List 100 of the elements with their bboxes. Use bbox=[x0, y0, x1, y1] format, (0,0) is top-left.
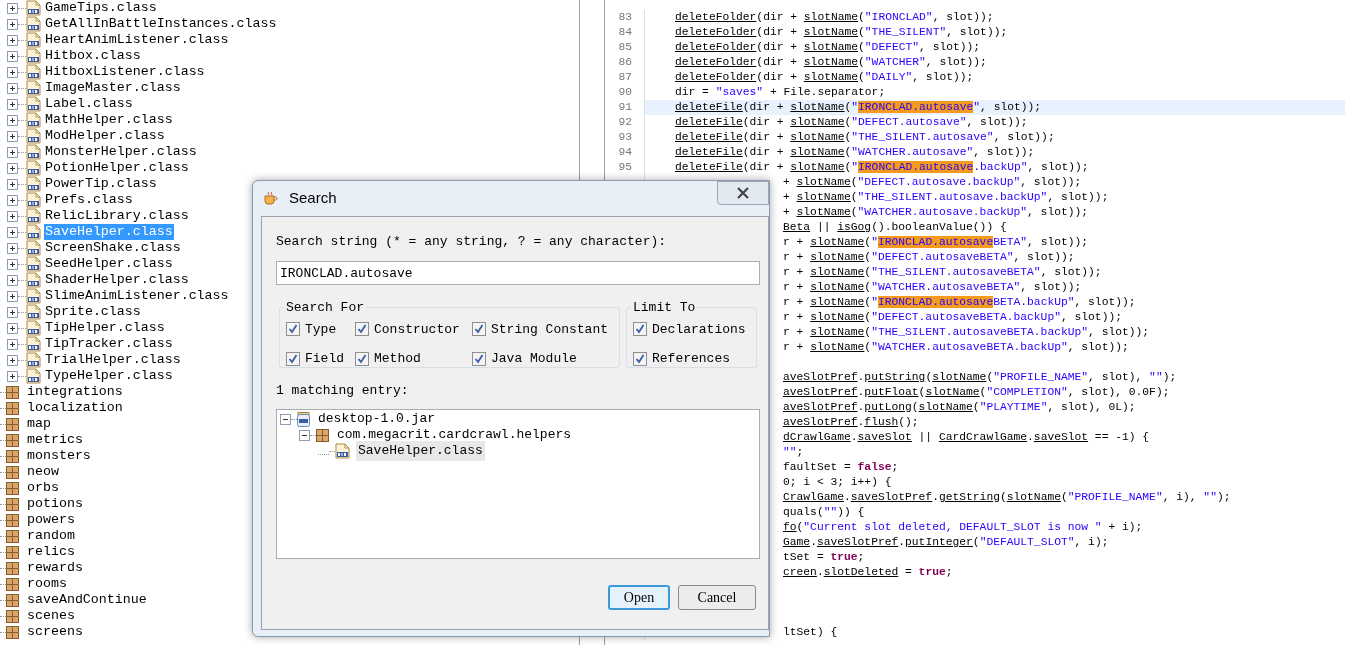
class-file-icon bbox=[26, 112, 41, 128]
tree-item[interactable]: ModHelper.class bbox=[44, 128, 166, 144]
checkbox[interactable] bbox=[355, 351, 369, 366]
code-line: dCrawlGame.saveSlot || CardCrawlGame.saveSlot == -1) { bbox=[783, 431, 1150, 443]
expand-icon[interactable] bbox=[7, 226, 18, 238]
expand-icon[interactable] bbox=[7, 66, 18, 78]
tree-item[interactable]: saveAndContinue bbox=[26, 592, 148, 608]
tree-item[interactable]: TipHelper.class bbox=[44, 320, 166, 336]
tree-item[interactable]: ShaderHelper.class bbox=[44, 272, 190, 288]
tree-item[interactable]: ImageMaster.class bbox=[44, 80, 182, 96]
tree-item[interactable]: neow bbox=[26, 464, 60, 480]
checkbox[interactable] bbox=[355, 322, 369, 337]
checkbox[interactable] bbox=[472, 322, 486, 337]
tree-item[interactable]: TipTracker.class bbox=[44, 336, 174, 352]
expand-icon[interactable] bbox=[7, 82, 18, 94]
package-icon bbox=[6, 625, 19, 639]
expand-icon[interactable] bbox=[7, 258, 18, 270]
expand-icon[interactable] bbox=[7, 98, 18, 110]
tree-item[interactable]: random bbox=[26, 528, 76, 544]
checkbox-label: References bbox=[652, 350, 730, 368]
expand-icon[interactable] bbox=[7, 34, 18, 46]
tree-item[interactable]: MonsterHelper.class bbox=[44, 144, 198, 160]
checkbox-label: Field bbox=[305, 350, 344, 368]
search-field[interactable]: IRONCLAD.autosave bbox=[276, 261, 760, 285]
expand-icon[interactable] bbox=[7, 354, 18, 366]
collapse-icon[interactable] bbox=[280, 413, 291, 425]
tree-item[interactable]: relics bbox=[26, 544, 76, 560]
checkbox-label: Declarations bbox=[652, 320, 746, 339]
dialog-button[interactable]: Open bbox=[608, 585, 670, 610]
tree-item[interactable]: SlimeAnimListener.class bbox=[44, 288, 230, 304]
tree-item[interactable]: screens bbox=[26, 624, 84, 640]
dialog-button[interactable]: Cancel bbox=[678, 585, 756, 610]
tree-item[interactable]: HeartAnimListener.class bbox=[44, 32, 230, 48]
expand-icon[interactable] bbox=[7, 338, 18, 350]
expand-icon[interactable] bbox=[7, 194, 18, 206]
checkbox[interactable] bbox=[286, 351, 300, 366]
expand-icon[interactable] bbox=[7, 18, 18, 30]
expand-icon[interactable] bbox=[7, 2, 18, 14]
tree-item[interactable]: map bbox=[26, 416, 52, 432]
tree-item[interactable]: TypeHelper.class bbox=[44, 368, 174, 384]
package-icon bbox=[6, 545, 19, 559]
code-line: fo("Current slot deleted, DEFAULT_SLOT is now " + i); bbox=[783, 521, 1143, 533]
expand-icon[interactable] bbox=[7, 370, 18, 382]
tree-item[interactable]: TrialHelper.class bbox=[44, 352, 182, 368]
expand-icon[interactable] bbox=[7, 274, 18, 286]
tree-item[interactable]: rooms bbox=[26, 576, 68, 592]
expand-icon[interactable] bbox=[7, 130, 18, 142]
checkbox[interactable] bbox=[286, 322, 300, 337]
expand-icon[interactable] bbox=[7, 178, 18, 190]
package-icon bbox=[6, 513, 19, 527]
class-file-icon bbox=[26, 32, 41, 48]
tree-item[interactable]: Label.class bbox=[44, 96, 134, 112]
package-icon bbox=[6, 449, 19, 463]
close-button[interactable] bbox=[717, 181, 769, 205]
tree-item[interactable]: rewards bbox=[26, 560, 84, 576]
tree-item[interactable]: PotionHelper.class bbox=[44, 160, 190, 176]
check-icon bbox=[357, 353, 367, 364]
checkbox[interactable] bbox=[633, 322, 647, 337]
package-icon bbox=[6, 417, 19, 431]
tree-item[interactable]: HitboxListener.class bbox=[44, 64, 206, 80]
tree-item[interactable]: SeedHelper.class bbox=[44, 256, 174, 272]
expand-icon[interactable] bbox=[7, 114, 18, 126]
code-line: deleteFolder(dir + slotName("WATCHER", slot)); bbox=[675, 56, 987, 68]
tree-item[interactable]: Hitbox.class bbox=[44, 48, 142, 64]
tree-item[interactable]: localization bbox=[26, 400, 124, 416]
tree-item[interactable]: monsters bbox=[26, 448, 92, 464]
tree-item[interactable]: MathHelper.class bbox=[44, 112, 174, 128]
tree-item[interactable]: orbs bbox=[26, 480, 60, 496]
code-line: dir = "saves" + File.separator; bbox=[675, 86, 886, 98]
tree-item[interactable]: integrations bbox=[26, 384, 124, 400]
expand-icon[interactable] bbox=[7, 242, 18, 254]
tree-item[interactable]: Sprite.class bbox=[44, 304, 142, 320]
tree-item[interactable]: PowerTip.class bbox=[44, 176, 158, 192]
tree-item[interactable]: ScreenShake.class bbox=[44, 240, 182, 256]
tree-item[interactable]: RelicLibrary.class bbox=[44, 208, 190, 224]
tree-item[interactable]: GetAllInBattleInstances.class bbox=[44, 16, 278, 32]
class-file-icon bbox=[26, 192, 41, 208]
tree-item[interactable]: powers bbox=[26, 512, 76, 528]
tree-item[interactable]: metrics bbox=[26, 432, 84, 448]
expand-icon[interactable] bbox=[7, 162, 18, 174]
tree-item[interactable]: potions bbox=[26, 496, 84, 512]
expand-icon[interactable] bbox=[7, 322, 18, 334]
checkbox[interactable] bbox=[472, 351, 486, 366]
class-file-icon bbox=[26, 160, 41, 176]
checkbox-label: Method bbox=[374, 350, 421, 368]
collapse-icon[interactable] bbox=[299, 429, 310, 441]
tree-item[interactable]: scenes bbox=[26, 608, 76, 624]
tree-item[interactable]: GameTips.class bbox=[44, 0, 158, 16]
expand-icon[interactable] bbox=[7, 306, 18, 318]
expand-icon[interactable] bbox=[7, 290, 18, 302]
line-number: 90 bbox=[618, 86, 632, 98]
check-icon bbox=[474, 324, 484, 335]
result-item[interactable]: SaveHelper.class bbox=[356, 441, 485, 461]
tree-item[interactable]: Prefs.class bbox=[44, 192, 134, 208]
expand-icon[interactable] bbox=[7, 50, 18, 62]
checkbox[interactable] bbox=[633, 351, 647, 366]
expand-icon[interactable] bbox=[7, 210, 18, 222]
line-number: 84 bbox=[618, 26, 632, 38]
search-label: Search string (* = any string, ? = any character): bbox=[276, 234, 668, 250]
expand-icon[interactable] bbox=[7, 146, 18, 158]
